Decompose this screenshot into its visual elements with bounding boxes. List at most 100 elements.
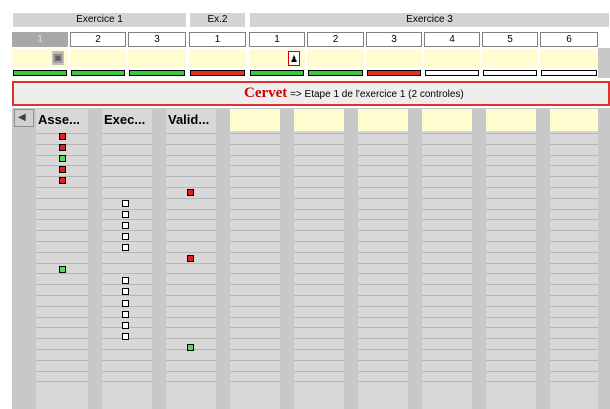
status-mark[interactable] (122, 200, 129, 207)
step-number-tab[interactable]: 2 (70, 32, 126, 47)
step-number-tab[interactable]: 1 (249, 32, 305, 47)
grid-row-separator (230, 338, 280, 339)
grid-row-separator (486, 349, 536, 350)
grid-row-separator (230, 133, 280, 134)
grid-row-separator (36, 241, 88, 242)
grid-row-separator (422, 371, 472, 372)
status-mark[interactable] (59, 177, 66, 184)
grid-row-separator (36, 198, 88, 199)
grid-row-separator (166, 360, 216, 361)
status-mark[interactable] (122, 300, 129, 307)
header-right-strip (598, 48, 610, 78)
grid-column-header[interactable] (230, 109, 280, 131)
step-progress-bar (13, 70, 67, 76)
status-mark[interactable] (59, 144, 66, 151)
grid-row-separator (550, 133, 598, 134)
grid-row-separator (422, 133, 472, 134)
grid-row-separator (36, 230, 88, 231)
grid-row-separator (486, 273, 536, 274)
grid-row-separator (358, 241, 408, 242)
status-mark[interactable] (187, 189, 194, 196)
status-mark[interactable] (122, 322, 129, 329)
grid-row-separator (36, 263, 88, 264)
step-number-tab[interactable]: 3 (366, 32, 422, 47)
grid-row-separator (166, 338, 216, 339)
grid-row-separator (102, 219, 152, 220)
grid-row-separator (36, 209, 88, 210)
step-slot[interactable] (424, 49, 480, 67)
grid-row-separator (294, 263, 344, 264)
status-mark[interactable] (122, 222, 129, 229)
grid-column-header[interactable] (486, 109, 536, 131)
step-slot[interactable] (128, 49, 186, 67)
grid-row-separator (422, 360, 472, 361)
grid-row-separator (230, 241, 280, 242)
status-mark[interactable] (122, 288, 129, 295)
step-number-tab[interactable]: 4 (424, 32, 480, 47)
grid-row-separator (166, 306, 216, 307)
grid-column-header[interactable]: Valid... (166, 109, 216, 131)
status-mark[interactable] (59, 166, 66, 173)
step-slot[interactable] (540, 49, 598, 67)
grid-row-separator (550, 187, 598, 188)
grid-column-header[interactable] (358, 109, 408, 131)
grid-row-separator (486, 165, 536, 166)
grid-column-header[interactable] (550, 109, 598, 131)
grid-row-separator (102, 360, 152, 361)
grid-row-separator (358, 273, 408, 274)
status-mark[interactable] (122, 277, 129, 284)
grid-column-header[interactable] (294, 109, 344, 131)
grid-row-separator (166, 176, 216, 177)
step-slot[interactable] (307, 49, 364, 67)
status-mark[interactable] (187, 255, 194, 262)
grid-row-separator (166, 241, 216, 242)
grid-row-separator (294, 144, 344, 145)
step-slot[interactable] (482, 49, 538, 67)
grid-row-separator (358, 198, 408, 199)
step-progress-bar (541, 70, 597, 76)
step-slot[interactable] (70, 49, 126, 67)
grid-row-separator (550, 317, 598, 318)
status-mark[interactable] (122, 233, 129, 240)
grid-row-separator (422, 252, 472, 253)
grid-row-separator (102, 165, 152, 166)
step-number-tab[interactable]: 1 (12, 32, 68, 47)
grid-column-header[interactable]: Exec... (102, 109, 152, 131)
grid-row-separator (486, 381, 536, 382)
grid-row-separator (36, 187, 88, 188)
scroll-left-button[interactable]: ◀ (14, 109, 34, 127)
status-mark[interactable] (59, 155, 66, 162)
status-mark[interactable] (122, 211, 129, 218)
status-mark[interactable] (122, 244, 129, 251)
status-mark[interactable] (122, 311, 129, 318)
grid-row-separator (358, 209, 408, 210)
step-number-tab[interactable]: 1 (189, 32, 246, 47)
grid-row-separator (486, 252, 536, 253)
grid-row-separator (550, 155, 598, 156)
step-slot[interactable] (366, 49, 422, 67)
grid-row-separator (230, 219, 280, 220)
grid-row-separator (294, 327, 344, 328)
step-slot[interactable] (189, 49, 246, 67)
status-mark[interactable] (122, 333, 129, 340)
status-mark[interactable] (59, 266, 66, 273)
status-mark[interactable] (59, 133, 66, 140)
grid-row-separator (166, 327, 216, 328)
step-number-tab[interactable]: 2 (307, 32, 364, 47)
grid-row-separator (422, 144, 472, 145)
step-number-tab[interactable]: 5 (482, 32, 538, 47)
step-number-tab[interactable]: 3 (128, 32, 186, 47)
grid-column-header[interactable] (422, 109, 472, 131)
person-icon[interactable]: ♟ (288, 51, 300, 66)
grid-row-separator (102, 198, 152, 199)
status-mark[interactable] (187, 344, 194, 351)
grid-row-separator (358, 219, 408, 220)
grid-column-header[interactable]: Asse... (36, 109, 88, 131)
step-number-tab[interactable]: 6 (540, 32, 598, 47)
grid-row-separator (294, 252, 344, 253)
grid-row-separator (102, 241, 152, 242)
grid-row-separator (422, 317, 472, 318)
grid-row-separator (294, 155, 344, 156)
grid-row-separator (166, 155, 216, 156)
grid-row-separator (550, 284, 598, 285)
